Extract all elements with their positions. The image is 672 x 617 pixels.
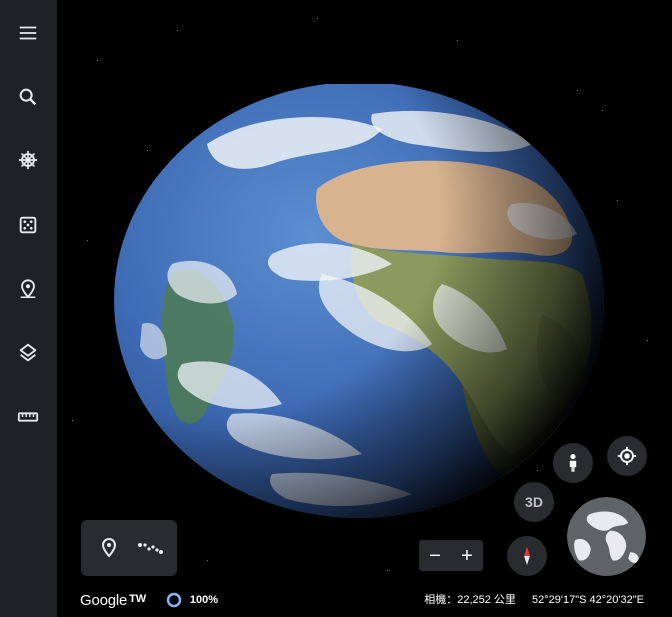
footer-right: 相機：22,252 公里 52°29'17"S 42°20'32"E — [424, 591, 644, 607]
pegman-icon — [569, 454, 577, 472]
zoom-controls: − + — [419, 540, 483, 571]
my-location-icon — [617, 446, 637, 466]
path-icon — [138, 543, 163, 554]
ruler-icon — [17, 412, 39, 422]
voyager-wheel-icon — [18, 150, 38, 170]
dice-icon — [19, 216, 37, 234]
feeling-lucky-button[interactable] — [8, 205, 48, 245]
sidebar — [0, 0, 58, 617]
location-pin-icon — [101, 537, 117, 558]
toggle-3d-label: 3D — [525, 494, 543, 510]
earth-globe[interactable] — [112, 84, 606, 524]
layers-icon — [19, 343, 37, 362]
measure-button[interactable] — [8, 397, 48, 437]
add-path-button[interactable] — [137, 536, 163, 560]
street-view-pegman-button[interactable] — [553, 443, 593, 483]
logo-suffix: TW — [129, 592, 146, 605]
logo-text: Google — [80, 591, 128, 609]
menu-button[interactable] — [8, 13, 48, 53]
voyager-button[interactable] — [8, 140, 48, 180]
progress-ring-icon — [166, 592, 182, 608]
mini-globe-icon — [567, 497, 646, 576]
toggle-3d-button[interactable]: 3D — [514, 482, 554, 522]
google-logo: Google TW — [80, 592, 146, 609]
zoom-in-label: + — [461, 544, 473, 567]
zoom-out-label: − — [429, 544, 441, 567]
zoom-in-button[interactable]: + — [451, 540, 483, 571]
map-style-button[interactable] — [8, 333, 48, 373]
footer-left: Google TW 100% — [80, 590, 218, 610]
menu-icon — [19, 26, 37, 40]
compass-icon — [524, 546, 530, 566]
add-placemark-button[interactable] — [97, 536, 121, 560]
my-location-button[interactable] — [607, 436, 647, 476]
camera-altitude: 相機：22,252 公里 — [424, 594, 516, 606]
add-tools-panel — [81, 520, 177, 576]
compass-button[interactable] — [507, 536, 547, 576]
zoom-out-button[interactable]: − — [419, 540, 451, 571]
place-pin-icon — [20, 279, 36, 299]
search-button[interactable] — [8, 77, 48, 117]
search-icon — [19, 88, 37, 106]
mini-globe-button[interactable] — [567, 497, 646, 576]
loading-percent: 100% — [189, 594, 219, 606]
cursor-coordinates: 52°29'17"S 42°20'32"E — [532, 594, 644, 606]
projects-button[interactable] — [8, 269, 48, 309]
